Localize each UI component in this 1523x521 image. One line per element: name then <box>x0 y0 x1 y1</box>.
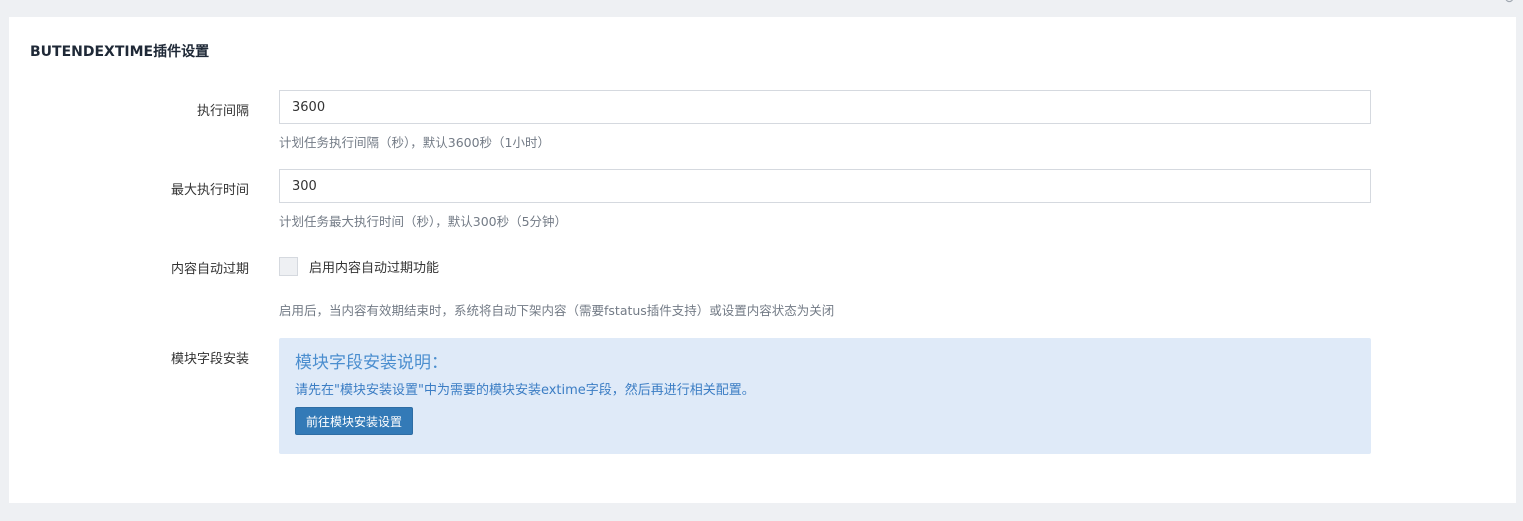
interval-input[interactable] <box>279 90 1371 124</box>
auto-expire-checkbox[interactable] <box>279 256 298 276</box>
auto-expire-label: 内容自动过期 <box>170 262 249 277</box>
auto-expire-control: 启用内容自动过期功能 启用后，当内容有效期结束时，系统将自动下架内容（需要fst… <box>279 256 1371 319</box>
refresh-icon[interactable]: ↻ <box>1503 0 1515 6</box>
max-time-help: 计划任务最大执行时间（秒），默认300秒（5分钟） <box>279 214 568 229</box>
goto-module-install-button[interactable]: 前往模块安装设置 <box>295 407 414 435</box>
auto-expire-checkbox-label[interactable]: 启用内容自动过期功能 <box>309 257 439 276</box>
module-install-label: 模块字段安装 <box>170 352 249 367</box>
info-box-text: 请先在"模块安装设置"中为需要的模块安装extime字段，然后再进行相关配置。 <box>295 383 755 398</box>
module-install-info-box: 模块字段安装说明： 请先在"模块安装设置"中为需要的模块安装extime字段，然… <box>279 338 1371 454</box>
auto-expire-help: 启用后，当内容有效期结束时，系统将自动下架内容（需要fstatus插件支持）或设… <box>279 303 835 318</box>
settings-panel: BUTENDEXTIME插件设置 执行间隔 计划任务执行间隔（秒），默认3600… <box>9 17 1516 503</box>
max-time-control: 计划任务最大执行时间（秒），默认300秒（5分钟） <box>279 169 1371 230</box>
auto-expire-checkbox-line[interactable]: 启用内容自动过期功能 <box>279 256 1371 276</box>
max-time-label: 最大执行时间 <box>170 183 249 198</box>
module-install-control: 模块字段安装说明： 请先在"模块安装设置"中为需要的模块安装extime字段，然… <box>279 338 1371 454</box>
interval-help: 计划任务执行间隔（秒），默认3600秒（1小时） <box>279 135 551 150</box>
interval-control: 计划任务执行间隔（秒），默认3600秒（1小时） <box>279 90 1371 151</box>
info-box-title: 模块字段安装说明： <box>295 353 448 373</box>
interval-label: 执行间隔 <box>196 104 249 119</box>
panel-title: BUTENDEXTIME插件设置 <box>30 44 210 60</box>
max-time-input[interactable] <box>279 169 1371 203</box>
